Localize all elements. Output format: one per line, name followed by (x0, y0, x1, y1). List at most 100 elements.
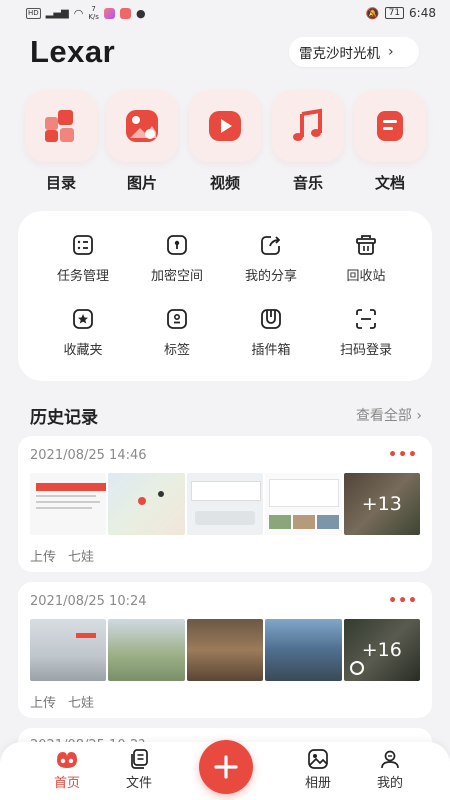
device-name: 雷克沙时光机 (299, 46, 380, 62)
message-icon: ● (135, 6, 146, 20)
record-action: 上传 (30, 696, 57, 711)
nav-profile[interactable]: 我的 (360, 748, 420, 791)
category-images[interactable]: 图片 (104, 90, 180, 193)
wifi-icon: ◠ (73, 6, 84, 20)
history-header: 历史记录 查看全部 › (30, 403, 422, 428)
tool-recycle-bin[interactable]: 回收站 (321, 233, 411, 284)
record-time: 2021/08/25 14:46 (30, 448, 147, 463)
video-play-icon (349, 661, 364, 675)
files-icon (131, 749, 148, 769)
nav-label: 相册 (304, 776, 331, 791)
scan-icon (356, 309, 376, 329)
tool-label: 标签 (163, 343, 190, 358)
record-user: 七娃 (68, 696, 95, 711)
photo-thumbnail[interactable] (108, 619, 185, 681)
record-user: 七娃 (68, 550, 95, 565)
chevron-right-icon: › (416, 408, 422, 424)
category-videos[interactable]: 视频 (187, 90, 263, 193)
profile-icon (381, 750, 399, 769)
photo-thumbnail[interactable] (108, 473, 185, 535)
battery-icon: 71 (384, 7, 405, 19)
record-footer: 上传 七娃 (30, 692, 94, 711)
tool-label: 我的分享 (244, 269, 297, 284)
tools-card: 任务管理 加密空间 我的分享 回收站 收藏夹 标签 插件箱 扫码登录 (18, 211, 432, 381)
star-icon (73, 309, 93, 329)
photo-thumbnail[interactable] (265, 619, 342, 681)
music-icon (272, 90, 344, 162)
thumbnail-strip: +16 (30, 619, 421, 681)
task-icon (73, 235, 93, 255)
photo-thumbnail[interactable] (186, 473, 264, 535)
photo-thumbnail[interactable] (186, 619, 264, 681)
tag-icon (167, 309, 187, 329)
document-icon (354, 90, 426, 162)
plus-icon (214, 755, 238, 779)
category-label: 图片 (126, 174, 157, 192)
tool-favorites[interactable]: 收藏夹 (38, 307, 128, 358)
nav-album[interactable]: 相册 (288, 748, 348, 791)
network-speed: 7 K/s (88, 5, 99, 21)
history-record[interactable]: 2021/08/25 14:46 ••• +13 上传 七娃 (18, 436, 432, 572)
app-logo: Lexar (30, 34, 116, 69)
mute-icon: 🔕 (365, 6, 380, 20)
app-notification-icon (103, 7, 115, 19)
add-button[interactable] (199, 740, 253, 794)
chevron-right-icon: › (388, 44, 394, 60)
tool-label: 任务管理 (56, 269, 109, 284)
nav-label: 文件 (125, 776, 152, 791)
tool-task-manager[interactable]: 任务管理 (38, 233, 128, 284)
home-icon (57, 752, 77, 768)
category-label: 文档 (374, 174, 405, 192)
nav-home[interactable]: 首页 (37, 748, 97, 791)
tool-label: 扫码登录 (339, 343, 392, 358)
tool-encrypted-space[interactable]: 加密空间 (132, 233, 222, 284)
tool-tags[interactable]: 标签 (132, 307, 222, 358)
category-music[interactable]: 音乐 (270, 90, 346, 193)
photo-thumbnail-more[interactable]: +16 (343, 619, 421, 681)
status-time: 6:48 (409, 6, 436, 20)
tool-plugin-box[interactable]: 插件箱 (226, 307, 316, 358)
more-options-icon[interactable]: ••• (388, 593, 418, 609)
catalog-icon (25, 90, 97, 162)
more-count: +13 (343, 473, 421, 535)
tool-label: 收藏夹 (63, 343, 103, 358)
share-icon (261, 236, 281, 255)
category-documents[interactable]: 文档 (352, 90, 428, 193)
signal-icon: ▂▄▆ (45, 7, 69, 19)
tool-label: 插件箱 (251, 343, 291, 358)
album-icon (308, 749, 328, 769)
nav-label: 首页 (53, 776, 80, 791)
tool-my-shares[interactable]: 我的分享 (226, 233, 316, 284)
record-footer: 上传 七娃 (30, 546, 94, 565)
record-time: 2021/08/25 10:24 (30, 594, 147, 609)
category-label: 视频 (209, 174, 240, 192)
thumbnail-strip: +13 (30, 473, 421, 535)
plugin-icon (261, 309, 281, 329)
photo-thumbnail[interactable] (265, 473, 342, 535)
status-bar: HD ▂▄▆ ◠ 7 K/s ● 🔕 71 6:48 (0, 0, 450, 26)
category-row: 目录 图片 视频 音乐 文档 (0, 90, 450, 200)
photo-thumbnail-more[interactable]: +13 (343, 473, 421, 535)
tool-scan-login[interactable]: 扫码登录 (321, 307, 411, 358)
photo-thumbnail[interactable] (30, 473, 107, 535)
nav-files[interactable]: 文件 (109, 748, 169, 791)
view-all-link[interactable]: 查看全部 › (356, 405, 422, 425)
video-icon (189, 90, 261, 162)
hd-indicator: HD (26, 7, 41, 19)
category-label: 目录 (45, 174, 76, 192)
history-title: 历史记录 (30, 408, 98, 428)
image-icon (106, 90, 178, 162)
trash-icon (356, 235, 376, 255)
app-notification-icon-2 (119, 7, 131, 19)
category-catalog[interactable]: 目录 (23, 90, 99, 193)
nav-label: 我的 (376, 776, 403, 791)
more-options-icon[interactable]: ••• (388, 447, 418, 463)
tool-label: 加密空间 (150, 269, 203, 284)
device-selector-button[interactable]: 雷克沙时光机 › (289, 37, 419, 67)
photo-thumbnail[interactable] (30, 619, 107, 681)
header: Lexar 雷克沙时光机 › (0, 30, 450, 76)
history-record[interactable]: 2021/08/25 10:24 ••• +16 上传 七娃 (18, 582, 432, 718)
category-label: 音乐 (292, 174, 323, 192)
tool-label: 回收站 (346, 269, 386, 284)
record-action: 上传 (30, 550, 57, 565)
